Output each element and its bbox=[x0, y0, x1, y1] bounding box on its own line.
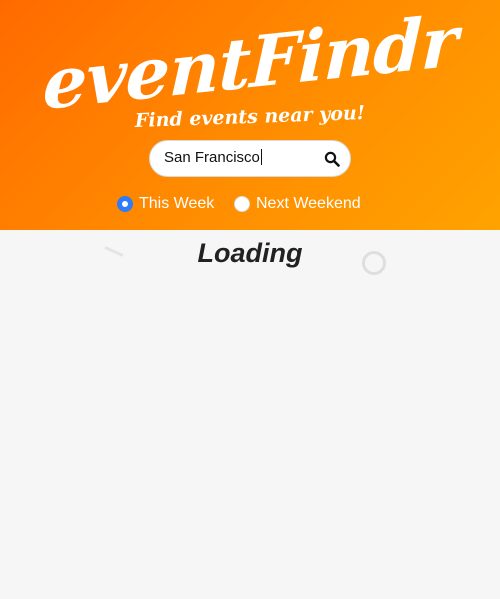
hero-header: eventFindr Find events near you! San Fra… bbox=[0, 0, 500, 230]
radio-next-weekend-dot[interactable] bbox=[234, 196, 250, 212]
date-filter-group: This Week Next Weekend bbox=[0, 193, 500, 215]
loading-spinner-ring bbox=[362, 251, 386, 275]
text-caret bbox=[260, 149, 262, 165]
loading-title: Loading bbox=[197, 238, 303, 268]
radio-next-weekend-label[interactable]: Next Weekend bbox=[256, 195, 361, 213]
radio-this-week[interactable]: This Week bbox=[117, 193, 214, 215]
radio-next-weekend[interactable]: Next Weekend bbox=[234, 193, 361, 215]
radio-this-week-label[interactable]: This Week bbox=[139, 195, 214, 213]
search-input[interactable]: San Francisco bbox=[164, 149, 314, 169]
results-area: Loading bbox=[0, 230, 500, 599]
search-box[interactable]: San Francisco bbox=[149, 140, 351, 177]
search-icon[interactable] bbox=[324, 151, 340, 167]
search-input-value: San Francisco bbox=[164, 149, 260, 166]
radio-this-week-dot[interactable] bbox=[117, 196, 133, 212]
